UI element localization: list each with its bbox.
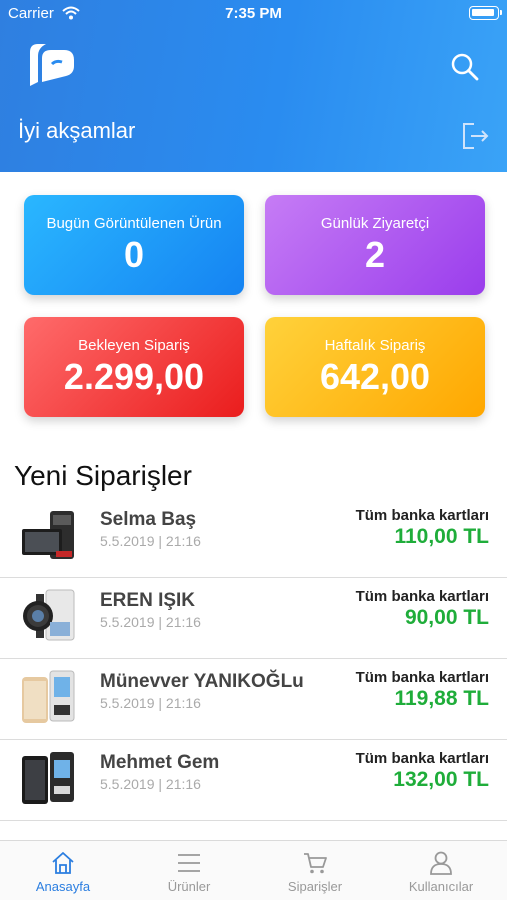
app-header: Carrier 7:35 PM İyi akşamlar: [0, 0, 507, 172]
order-date: 5.5.2019 | 21:16: [100, 614, 201, 630]
tab-label: Ürünler: [167, 879, 211, 894]
order-date: 5.5.2019 | 21:16: [100, 533, 201, 549]
order-list: Selma Baş 5.5.2019 | 21:16 Tüm banka kar…: [0, 497, 507, 821]
stat-value: 2.299,00: [63, 356, 205, 397]
stat-label: Bugün Görüntülenen Ürün: [46, 215, 222, 232]
customer-name: Mehmet Gem: [100, 752, 220, 773]
tab-products[interactable]: Ürünler: [126, 841, 252, 901]
order-date: 5.5.2019 | 21:16: [100, 695, 201, 711]
tab-label: Anasayfa: [35, 879, 91, 894]
section-title: Yeni Siparişler: [14, 460, 192, 491]
customer-name: EREN IŞIK: [100, 590, 196, 611]
order-date: 5.5.2019 | 21:16: [100, 776, 201, 792]
logout-icon[interactable]: [460, 121, 490, 156]
stat-card-pending-orders[interactable]: Bekleyen Sipariş 2.299,00: [24, 317, 244, 417]
app-logo-icon: [24, 38, 80, 99]
list-icon: [126, 850, 252, 876]
tab-orders[interactable]: Siparişler: [252, 841, 378, 901]
stat-value: 0: [123, 234, 145, 275]
user-icon: [378, 850, 504, 876]
order-row[interactable]: Münevver YANIKOĞLu 5.5.2019 | 21:16 Tüm …: [0, 659, 507, 740]
order-row[interactable]: Mehmet Gem 5.5.2019 | 21:16 Tüm banka ka…: [0, 740, 507, 821]
order-row[interactable]: EREN IŞIK 5.5.2019 | 21:16 Tüm banka kar…: [0, 578, 507, 659]
product-thumbnail: [20, 507, 78, 565]
status-time: 7:35 PM: [225, 5, 282, 22]
stat-value: 2: [364, 234, 386, 275]
stat-card-viewed-products[interactable]: Bugün Görüntülenen Ürün 0: [24, 195, 244, 295]
order-row[interactable]: Selma Baş 5.5.2019 | 21:16 Tüm banka kar…: [0, 497, 507, 578]
cart-icon: [252, 850, 378, 876]
stat-label: Günlük Ziyaretçi: [320, 215, 430, 232]
order-amount: 110,00 TL: [394, 525, 489, 548]
order-amount: 90,00 TL: [404, 606, 489, 629]
stat-label: Haftalık Sipariş: [324, 337, 426, 354]
product-thumbnail: [20, 669, 78, 727]
order-amount: 132,00 TL: [393, 768, 489, 791]
tab-label: Kullanıcılar: [408, 879, 474, 894]
product-thumbnail: [20, 588, 78, 646]
stat-value: 642,00: [319, 356, 431, 397]
tab-users[interactable]: Kullanıcılar: [378, 841, 504, 901]
search-icon[interactable]: [450, 52, 480, 87]
product-thumbnail: [20, 750, 78, 808]
home-icon: [0, 850, 126, 876]
payment-method: Tüm banka kartları: [355, 750, 489, 767]
status-bar: Carrier 7:35 PM: [0, 0, 507, 28]
order-amount: 119,88 TL: [394, 687, 489, 710]
greeting-text: İyi akşamlar: [18, 118, 136, 143]
customer-name: Selma Baş: [100, 509, 197, 530]
battery-icon: [469, 6, 502, 20]
stat-label: Bekleyen Sipariş: [78, 337, 190, 354]
customer-name: Münevver YANIKOĞLu: [100, 671, 304, 692]
stat-card-weekly-orders[interactable]: Haftalık Sipariş 642,00: [265, 317, 485, 417]
payment-method: Tüm banka kartları: [355, 588, 489, 605]
tab-bar: Anasayfa Ürünler Siparişler Kullanıcılar: [0, 840, 507, 900]
tab-home[interactable]: Anasayfa: [0, 841, 126, 901]
payment-method: Tüm banka kartları: [355, 507, 489, 524]
stat-card-daily-visitors[interactable]: Günlük Ziyaretçi 2: [265, 195, 485, 295]
payment-method: Tüm banka kartları: [355, 669, 489, 686]
tab-label: Siparişler: [287, 879, 343, 894]
